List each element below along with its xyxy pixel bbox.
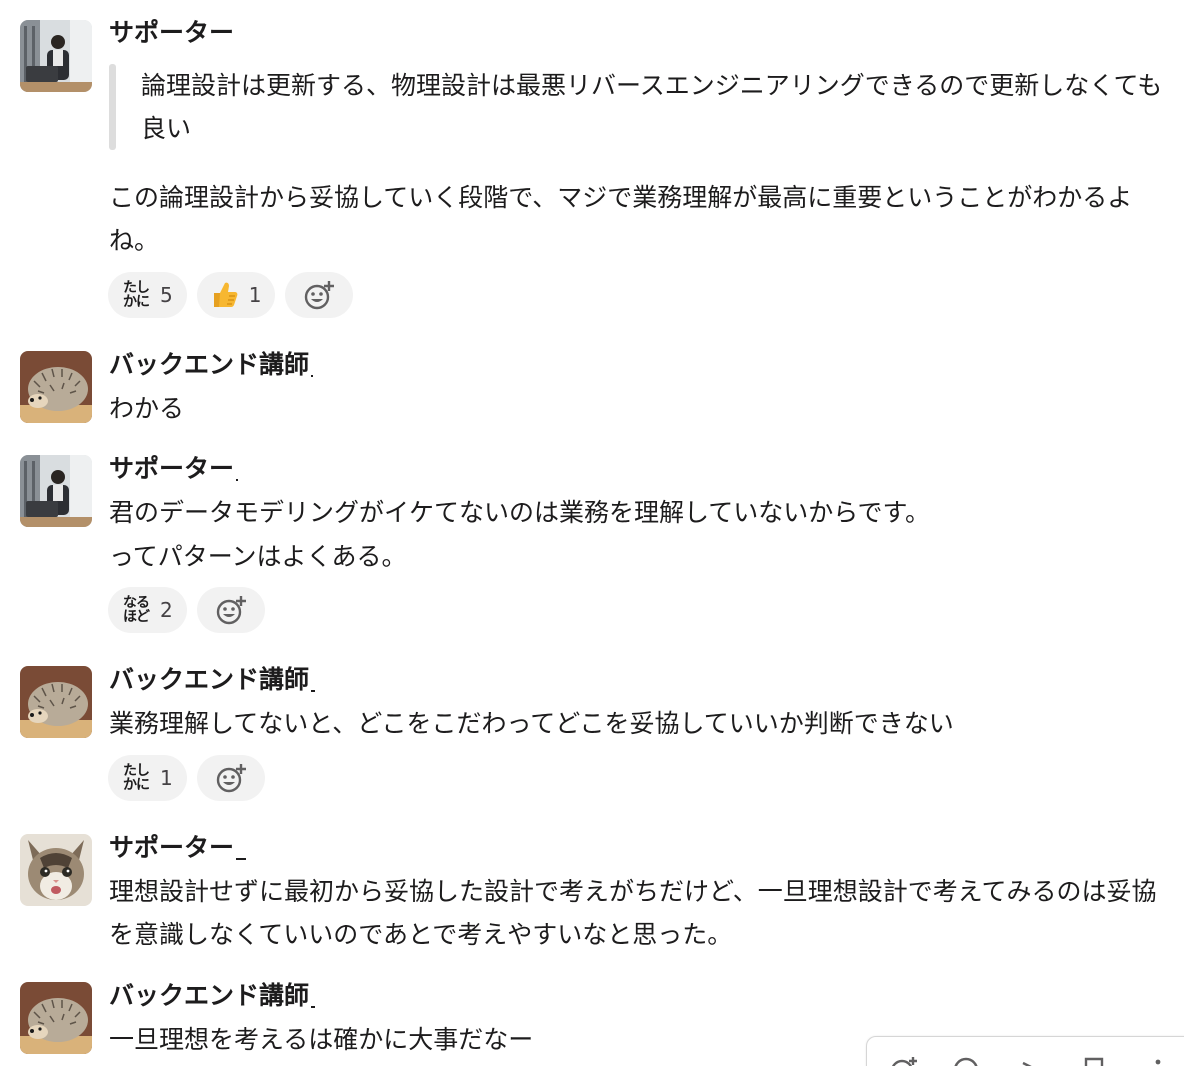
avatar-kitten[interactable]	[20, 834, 92, 906]
reaction-tashikani[interactable]: たし かに 1	[108, 755, 187, 801]
add-reaction-button[interactable]	[196, 755, 265, 801]
naruhodo-stamp-icon: なる ほど	[123, 595, 150, 625]
avatar-hedgehog[interactable]	[20, 351, 92, 423]
avatar-supporter-office[interactable]	[20, 455, 92, 527]
forward-icon[interactable]	[1015, 1055, 1045, 1066]
reaction-thumbs-up[interactable]: 1	[196, 272, 276, 318]
add-reaction-button[interactable]	[196, 587, 265, 633]
reaction-bar: たし かに 5 1	[108, 272, 354, 318]
author-name[interactable]: サポーター	[109, 831, 247, 865]
quote-bar	[109, 64, 116, 150]
quote-text: 論理設計は更新する、物理設計は最悪リバースエンジニアリングできるので更新しなくて…	[141, 71, 1163, 143]
bookmark-icon[interactable]	[1079, 1055, 1109, 1066]
avatar-hedgehog[interactable]	[20, 666, 92, 738]
author-name[interactable]: バックエンド講師	[109, 348, 314, 382]
author-name[interactable]: サポーター	[109, 452, 239, 486]
message-text: 業務理解してないと、どこをこだわってどこを妥協していいか判断できない	[109, 709, 954, 738]
avatar-hedgehog[interactable]	[20, 982, 92, 1054]
author-name[interactable]: バックエンド講師	[109, 979, 316, 1013]
tashikani-stamp-icon: たし かに	[123, 280, 150, 310]
add-reaction-icon	[216, 764, 246, 793]
reaction-bar: たし かに 1	[108, 755, 265, 801]
message-text: この論理設計から妥協していく段階で、マジで業務理解が最高に重要ということがわかる…	[109, 183, 1133, 255]
reaction-count: 2	[160, 598, 173, 622]
reaction-naruhodo[interactable]: なる ほど 2	[108, 587, 187, 633]
more-icon[interactable]	[1143, 1055, 1173, 1066]
reaction-count: 1	[160, 766, 173, 790]
reaction-bar: なる ほど 2	[108, 587, 265, 633]
add-reaction-icon	[305, 281, 335, 310]
add-reaction-button[interactable]	[285, 272, 354, 318]
reply-icon[interactable]	[951, 1055, 981, 1066]
reaction-tashikani[interactable]: たし かに 5	[108, 272, 187, 318]
message-text: 理想設計せずに最初から妥協した設計で考えがちだけど、一旦理想設計で考えてみるのは…	[109, 877, 1157, 949]
reaction-count: 5	[160, 283, 173, 307]
tashikani-stamp-icon: たし かに	[123, 763, 150, 793]
add-reaction-icon	[216, 596, 246, 625]
message-text-line: ってパターンはよくある。	[109, 542, 407, 571]
message-actions-toolbar	[866, 1036, 1184, 1066]
message-text: わかる	[109, 394, 185, 423]
avatar-supporter-office[interactable]	[20, 20, 92, 92]
message-feed: サポーター 論理設計は更新する、物理設計は最悪リバースエンジニアリングできるので…	[0, 0, 1184, 1066]
author-name[interactable]: サポーター	[109, 16, 234, 50]
thumbs-up-icon	[213, 282, 238, 307]
message-text-line: 君のデータモデリングがイケてないのは業務を理解していないからです。	[109, 498, 931, 527]
author-name[interactable]: バックエンド講師	[109, 663, 316, 697]
add-reaction-icon[interactable]	[889, 1055, 919, 1066]
reaction-count: 1	[248, 283, 262, 307]
